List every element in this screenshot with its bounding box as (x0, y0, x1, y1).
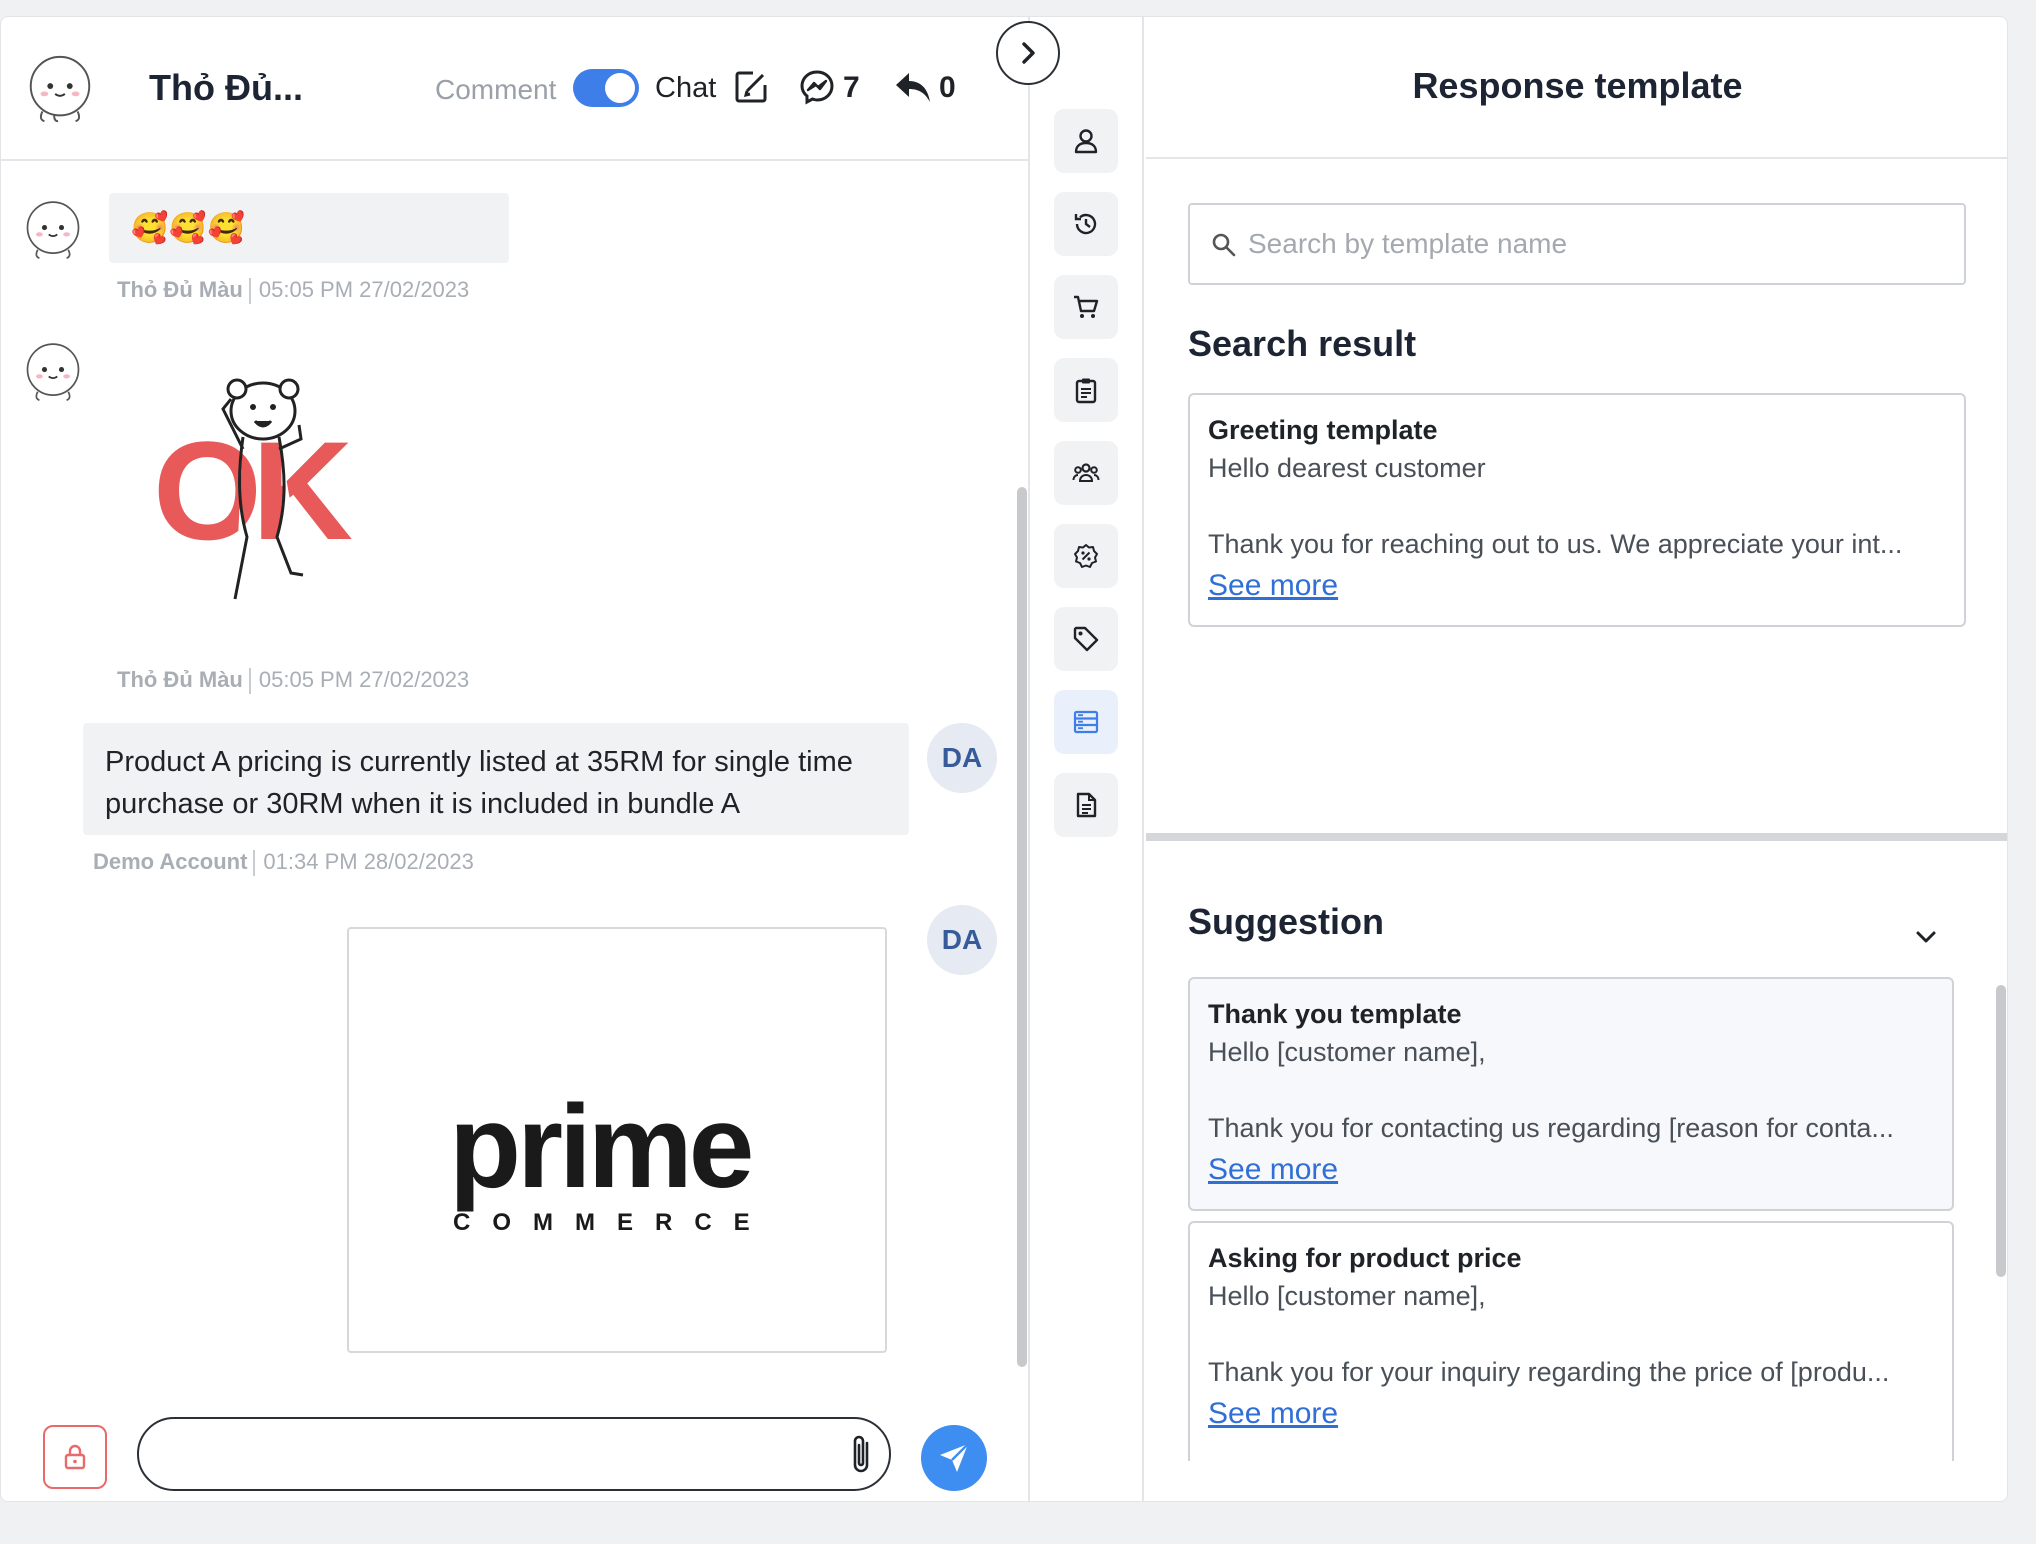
contact-name: Thỏ Đủ... (149, 67, 303, 108)
user-icon (1074, 129, 1098, 154)
side-toolbar (1032, 17, 1144, 1501)
template-line: Thank you for contacting us regarding [r… (1208, 1113, 1894, 1143)
chevron-down-icon[interactable] (1910, 921, 1942, 953)
discount-icon (1074, 544, 1098, 568)
chat-scrollbar[interactable] (1017, 487, 1027, 1367)
cart-icon (1074, 295, 1099, 318)
search-result-title: Search result (1188, 323, 1417, 364)
message-meta: Thỏ Đủ Màu 05:05 PM 27/02/2023 (117, 277, 470, 305)
template-card[interactable]: Asking for product price Hello [customer… (1188, 1221, 1954, 1461)
lock-icon (64, 1444, 86, 1470)
comment-chat-toggle[interactable] (573, 69, 639, 107)
reply-icon[interactable] (893, 69, 933, 105)
contact-avatar (26, 343, 80, 402)
contact-avatar (26, 201, 80, 260)
message-bubble: Product A pricing is currently listed at… (83, 723, 909, 835)
lock-button[interactable] (43, 1425, 107, 1489)
search-icon (1212, 233, 1236, 257)
image-attachment[interactable]: prime COMMERCE (347, 927, 887, 1353)
tag-icon (1073, 626, 1099, 652)
message-text: Product A pricing is currently listed at… (105, 746, 853, 820)
send-button[interactable] (921, 1425, 987, 1491)
mode-chat-label[interactable]: Chat (655, 72, 716, 105)
template-line: Hello [customer name], (1208, 1281, 1486, 1311)
chevron-right-icon (1022, 42, 1035, 64)
group-icon (1072, 463, 1100, 482)
send-icon (940, 1443, 969, 1472)
template-line: Hello dearest customer (1208, 453, 1486, 483)
rail-tasks[interactable] (1054, 358, 1118, 422)
template-line: Thank you for reaching out to us. We app… (1208, 529, 1903, 559)
rail-orders[interactable] (1054, 275, 1118, 339)
template-line: Hello [customer name], (1208, 1037, 1486, 1067)
template-name: Greeting template (1208, 415, 1438, 445)
message-emoji: 🥰🥰🥰 (131, 212, 247, 245)
template-card[interactable]: Greeting template Hello dearest customer… (1188, 393, 1966, 627)
panel-title: Response template (1412, 65, 1743, 106)
template-line: Thank you for your inquiry regarding the… (1208, 1357, 1890, 1387)
message-time: 05:05 PM 27/02/2023 (258, 667, 470, 692)
clipboard-icon (1075, 378, 1097, 404)
history-icon (1074, 213, 1097, 235)
rail-tags[interactable] (1054, 607, 1118, 671)
toggle-knob (605, 73, 635, 103)
attachment-icon[interactable] (843, 1433, 879, 1477)
template-name: Asking for product price (1208, 1243, 1522, 1273)
panel-header: Response template (1146, 17, 2007, 159)
template-icon (1073, 710, 1099, 734)
rail-history[interactable] (1054, 192, 1118, 256)
message-bubble: 🥰🥰🥰 (109, 193, 509, 263)
see-more-link[interactable]: See more (1208, 1397, 1338, 1431)
chat-header: Thỏ Đủ... Comment Chat 7 0 (1, 17, 1028, 161)
message-sender: Demo Account (93, 849, 248, 874)
see-more-link[interactable]: See more (1208, 569, 1338, 603)
rail-documents[interactable] (1054, 773, 1118, 837)
app-window: Thỏ Đủ... Comment Chat 7 0 🥰🥰🥰 Thỏ Đủ Mà… (0, 16, 2008, 1502)
logo-sub: COMMERCE (453, 1209, 772, 1236)
message-meta: Thỏ Đủ Màu 05:05 PM 27/02/2023 (117, 667, 470, 695)
message-time: 01:34 PM 28/02/2023 (263, 849, 474, 874)
messenger-icon[interactable] (799, 69, 835, 105)
mode-comment-label[interactable]: Comment (435, 74, 556, 106)
rail-customer-info[interactable] (1054, 109, 1118, 173)
messenger-count: 7 (843, 71, 860, 104)
template-search-input[interactable] (1248, 205, 1948, 283)
logo-main: prime (449, 1081, 754, 1213)
template-card[interactable]: Thank you template Hello [customer name]… (1188, 977, 1954, 1211)
agent-avatar: DA (927, 723, 997, 793)
section-divider (1146, 833, 2007, 841)
see-more-link[interactable]: See more (1208, 1153, 1338, 1187)
edit-icon[interactable] (733, 69, 769, 105)
document-icon (1076, 792, 1097, 818)
contact-avatar[interactable] (21, 51, 99, 129)
composer (1, 1401, 1021, 1501)
collapse-panel-button[interactable] (996, 21, 1060, 85)
rail-groups[interactable] (1054, 441, 1118, 505)
suggestion-title: Suggestion (1188, 901, 1384, 942)
suggestion-scrollbar[interactable] (1996, 985, 2006, 1277)
message-meta: Demo Account 01:34 PM 28/02/2023 (93, 849, 474, 877)
response-template-panel: Response template Search result Greeting… (1146, 17, 2007, 1501)
template-name: Thank you template (1208, 999, 1462, 1029)
message-time: 05:05 PM 27/02/2023 (258, 277, 470, 302)
message-list[interactable]: 🥰🥰🥰 Thỏ Đủ Màu 05:05 PM 27/02/2023 OK Th… (1, 163, 1021, 1397)
agent-avatar: DA (927, 905, 997, 975)
message-sender: Thỏ Đủ Màu (117, 277, 243, 302)
rail-discounts[interactable] (1054, 524, 1118, 588)
suggestion-list[interactable]: Thank you template Hello [customer name]… (1146, 977, 2007, 1461)
ok-sticker: OK (153, 378, 362, 600)
rail-response-templates[interactable] (1054, 690, 1118, 754)
message-sender: Thỏ Đủ Màu (117, 667, 243, 692)
message-input[interactable] (137, 1417, 891, 1491)
template-search[interactable] (1188, 203, 1966, 285)
chat-panel: Thỏ Đủ... Comment Chat 7 0 🥰🥰🥰 Thỏ Đủ Mà… (1, 17, 1030, 1501)
reply-count: 0 (939, 71, 956, 104)
